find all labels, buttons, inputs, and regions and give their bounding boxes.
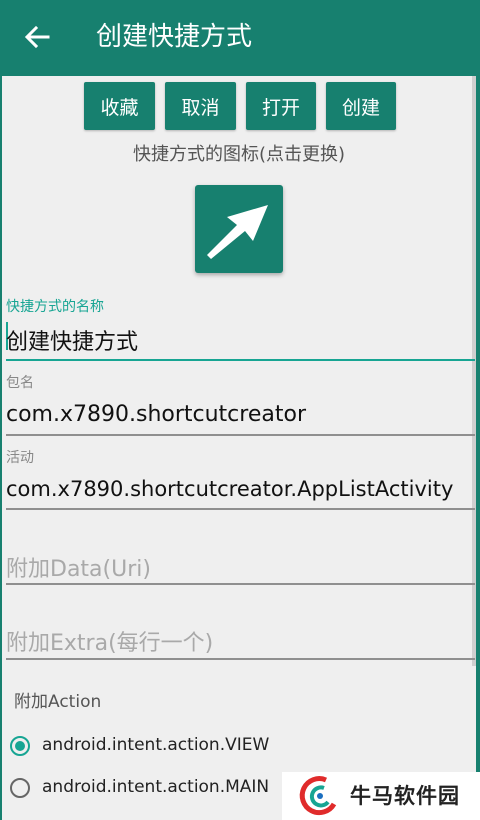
name-field[interactable]: 创建快捷方式 (6, 324, 138, 356)
action-section-label: 附加Action (14, 692, 102, 712)
arrow-up-right-icon (207, 205, 268, 259)
radio-circle-icon (10, 778, 30, 798)
package-field[interactable]: com.x7890.shortcutcreator (6, 402, 306, 427)
data-uri-field-underline (6, 583, 475, 585)
radio-label-main: android.intent.action.MAIN (42, 777, 270, 797)
shortcut-icon-button[interactable] (195, 185, 283, 273)
radio-label-view: android.intent.action.VIEW (42, 735, 270, 755)
name-field-underline (6, 359, 475, 361)
favorite-button[interactable]: 收藏 (84, 82, 155, 130)
page-title: 创建快捷方式 (96, 22, 253, 52)
watermark: 牛马软件园 (282, 772, 480, 820)
icon-hint-text: 快捷方式的图标(点击更换) (132, 144, 346, 165)
activity-field-underline (6, 508, 475, 510)
cancel-button[interactable]: 取消 (165, 82, 236, 130)
watermark-logo-icon (299, 776, 337, 816)
package-field-label: 包名 (6, 375, 34, 391)
activity-field-label: 活动 (6, 450, 34, 466)
extra-field[interactable]: 附加Extra(每行一个) (6, 625, 213, 657)
watermark-text: 牛马软件园 (350, 784, 460, 808)
data-uri-field[interactable]: 附加Data(Uri) (6, 551, 151, 583)
package-field-underline (6, 434, 475, 436)
extra-field-underline (6, 658, 475, 660)
name-field-label: 快捷方式的名称 (6, 299, 104, 315)
form-card: 收藏 取消 打开 创建 快捷方式的图标(点击更换) 快捷方式的名称 创建快捷方式… (2, 76, 476, 820)
radio-action-view[interactable] (6, 732, 34, 760)
radio-dot-icon (15, 741, 25, 751)
arrow-left-icon[interactable] (22, 22, 52, 52)
app-bar: 创建快捷方式 (0, 0, 480, 76)
open-button[interactable]: 打开 (246, 82, 316, 130)
activity-field[interactable]: com.x7890.shortcutcreator.AppListActivit… (6, 477, 453, 501)
create-button[interactable]: 创建 (326, 82, 396, 130)
radio-action-main[interactable] (6, 774, 34, 802)
action-button-row: 收藏 取消 打开 创建 (2, 82, 476, 130)
